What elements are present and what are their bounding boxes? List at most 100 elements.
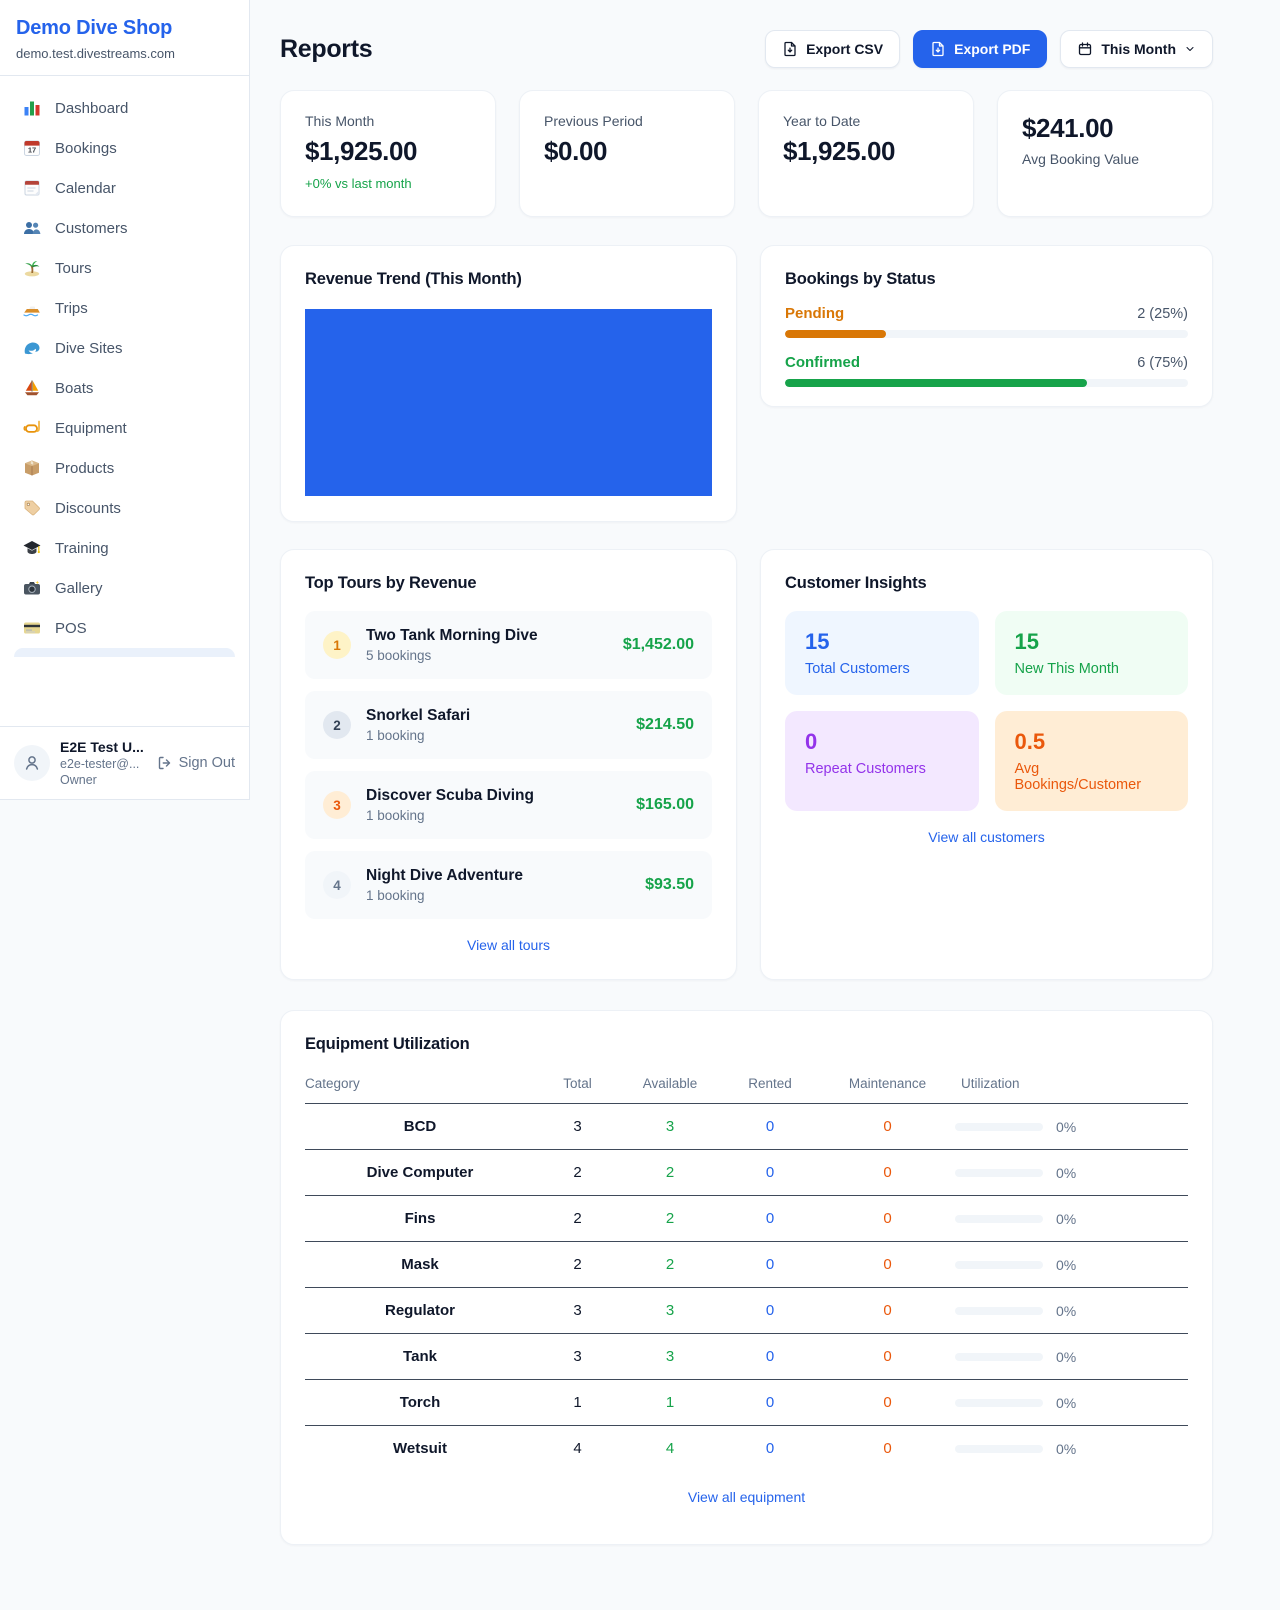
insight-tile-repeat-customers: 0 Repeat Customers [785,711,979,811]
user-email: e2e-tester@... [60,757,144,771]
sidebar-item-label: Bookings [55,140,117,157]
dive-mask-icon [22,418,42,438]
file-download-icon [782,41,798,57]
table-row: Mask 2 2 0 0 0% [305,1242,1188,1288]
user-name: E2E Test U... [60,739,144,755]
status-count: 2 (25%) [1137,306,1188,322]
insights-row: Top Tours by Revenue 1 Two Tank Morning … [280,549,1213,980]
utilization-bar [955,1215,1043,1223]
sign-out-label: Sign Out [179,755,235,771]
sidebar-item-reports-partial[interactable] [14,648,235,657]
cell-category: Fins [305,1196,535,1242]
stat-card-avg-booking-value: $241.00 Avg Booking Value [997,90,1213,217]
bookings-by-status-title: Bookings by Status [785,270,1188,289]
sidebar-item-label: Equipment [55,420,127,437]
progress-track [785,379,1188,387]
stat-card-year-to-date: Year to Date $1,925.00 [758,90,974,217]
insight-value: 0 [805,729,959,755]
insight-label: Repeat Customers [805,761,959,777]
sidebar-item-label: Customers [55,220,128,237]
cell-utilization: 0% [955,1380,1188,1426]
cell-category: BCD [305,1104,535,1150]
col-header-rented: Rented [720,1068,820,1104]
sidebar-item-tours[interactable]: Tours [8,248,241,288]
user-box: E2E Test U... e2e-tester@... Owner Sign … [0,726,249,799]
bookings-by-status-card: Bookings by Status Pending 2 (25%) Confi… [760,245,1213,407]
sidebar-item-trips[interactable]: Trips [8,288,241,328]
tour-name: Two Tank Morning Dive [366,627,538,645]
utilization-bar [955,1353,1043,1361]
stat-label: Avg Booking Value [1022,151,1188,167]
insight-value: 15 [805,629,959,655]
cell-maintenance: 0 [820,1242,955,1288]
sidebar-item-label: Trips [55,300,88,317]
sidebar-item-discounts[interactable]: Discounts [8,488,241,528]
cell-rented: 0 [720,1426,820,1472]
bar-chart-icon [22,98,42,118]
sidebar-item-dive-sites[interactable]: Dive Sites [8,328,241,368]
cell-total: 2 [535,1150,620,1196]
sidebar-item-calendar[interactable]: Calendar [8,168,241,208]
utilization-bar [955,1307,1043,1315]
people-icon [22,218,42,238]
period-dropdown[interactable]: This Month [1060,30,1213,68]
sidebar-item-dashboard[interactable]: Dashboard [8,88,241,128]
cell-rented: 0 [720,1380,820,1426]
rank-badge: 1 [323,631,351,659]
header-actions: Export CSV Export PDF This Month [765,30,1213,68]
sidebar-item-pos[interactable]: POS [8,608,241,648]
table-row: Dive Computer 2 2 0 0 0% [305,1150,1188,1196]
table-row: BCD 3 3 0 0 0% [305,1104,1188,1150]
tour-amount: $93.50 [645,876,694,894]
svg-text:17: 17 [28,146,36,155]
camera-icon [22,578,42,598]
equipment-table: Category Total Available Rented Maintena… [305,1068,1188,1471]
cell-maintenance: 0 [820,1104,955,1150]
top-tours-card: Top Tours by Revenue 1 Two Tank Morning … [280,549,737,980]
sign-out-button[interactable]: Sign Out [157,755,235,771]
sidebar-item-products[interactable]: Products [8,448,241,488]
calendar-pad-icon [22,178,42,198]
stat-card-previous-period: Previous Period $0.00 [519,90,735,217]
cell-maintenance: 0 [820,1196,955,1242]
view-all-customers-link[interactable]: View all customers [928,829,1044,845]
insight-tiles: 15 Total Customers 15 New This Month 0 R… [785,611,1188,811]
table-row: Regulator 3 3 0 0 0% [305,1288,1188,1334]
cell-rented: 0 [720,1104,820,1150]
export-pdf-button[interactable]: Export PDF [913,30,1047,68]
progress-track [785,330,1188,338]
sidebar-item-boats[interactable]: Boats [8,368,241,408]
cell-total: 3 [535,1334,620,1380]
status-count: 6 (75%) [1137,355,1188,371]
sidebar-item-label: Boats [55,380,93,397]
stat-cards: This Month $1,925.00 +0% vs last month P… [280,90,1213,217]
speedboat-icon [22,298,42,318]
cell-utilization: 0% [955,1334,1188,1380]
insight-tile-new-this-month: 15 New This Month [995,611,1189,695]
sidebar-item-equipment[interactable]: Equipment [8,408,241,448]
view-all-tours-link[interactable]: View all tours [467,937,550,953]
rank-badge: 4 [323,871,351,899]
sidebar-item-gallery[interactable]: Gallery [8,568,241,608]
col-header-utilization: Utilization [955,1068,1188,1104]
person-icon [22,753,42,773]
sidebar-item-bookings[interactable]: 17 Bookings [8,128,241,168]
cell-rented: 0 [720,1334,820,1380]
equipment-title: Equipment Utilization [305,1035,1188,1054]
sidebar-item-label: Dive Sites [55,340,123,357]
sidebar-item-label: POS [55,620,87,637]
sidebar-item-training[interactable]: Training [8,528,241,568]
revenue-bar-chart [305,309,712,496]
file-download-icon [930,41,946,57]
view-all-equipment-link[interactable]: View all equipment [688,1489,805,1505]
calendar-icon [1077,41,1093,57]
cell-total: 3 [535,1288,620,1334]
cell-category: Torch [305,1380,535,1426]
export-pdf-label: Export PDF [954,41,1030,57]
sidebar-item-customers[interactable]: Customers [8,208,241,248]
col-header-maintenance: Maintenance [820,1068,955,1104]
cell-maintenance: 0 [820,1380,955,1426]
rank-badge: 2 [323,711,351,739]
sidebar-item-label: Products [55,460,114,477]
export-csv-button[interactable]: Export CSV [765,30,900,68]
